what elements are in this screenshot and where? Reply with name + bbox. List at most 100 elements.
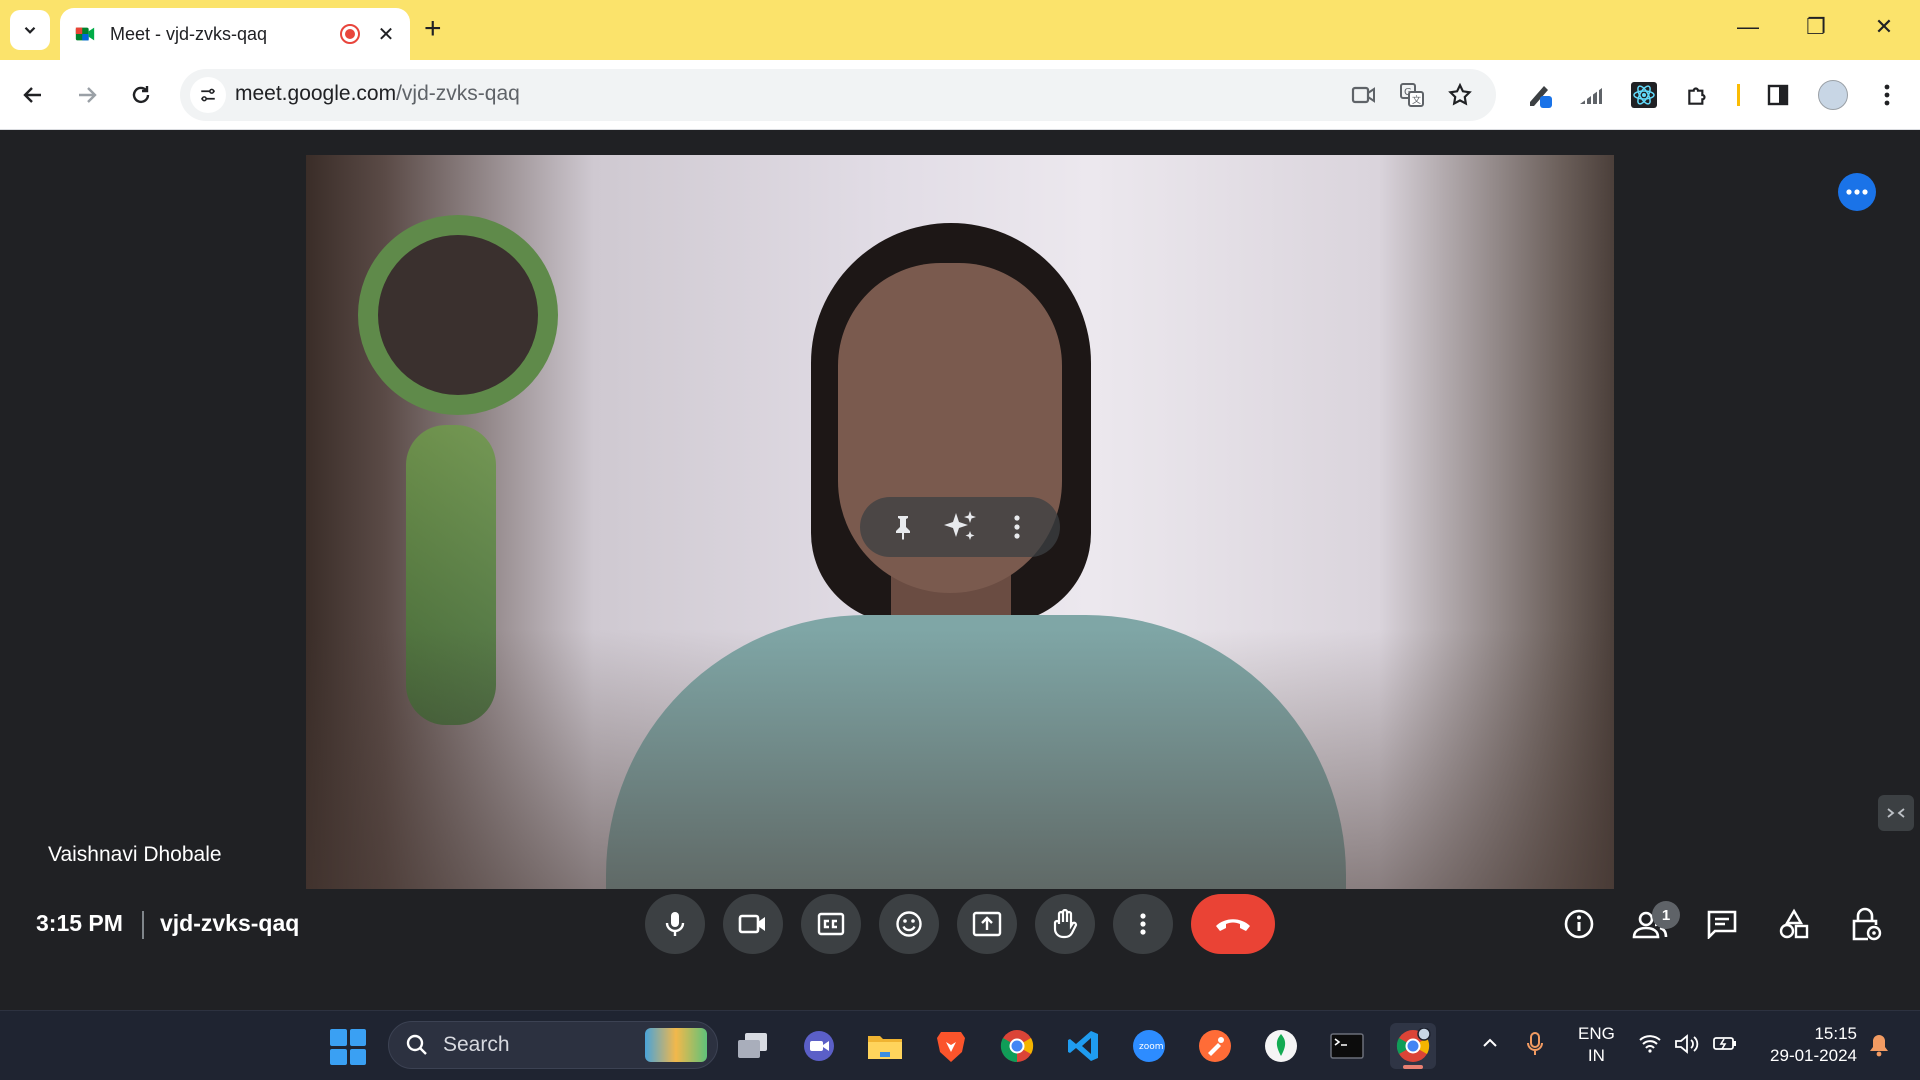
new-tab-button[interactable]: +	[424, 14, 442, 44]
input-language-indicator[interactable]: ENG IN	[1578, 1023, 1615, 1067]
chrome-profile-app[interactable]	[1390, 1023, 1436, 1069]
address-bar[interactable]: meet.google.com/vjd-zvks-qaq G文	[180, 69, 1496, 121]
info-icon	[1564, 909, 1594, 939]
url-domain: meet.google.com	[235, 82, 397, 105]
chrome-app[interactable]	[994, 1023, 1040, 1069]
collapse-icon	[1887, 808, 1905, 818]
extensions-puzzle-icon[interactable]	[1681, 78, 1715, 112]
svg-text:zoom: zoom	[1139, 1042, 1164, 1052]
mongodb-leaf-icon	[1265, 1030, 1297, 1062]
search-icon	[406, 1034, 427, 1055]
call-end-icon	[1216, 919, 1250, 931]
profile-avatar[interactable]	[1816, 78, 1850, 112]
mongodb-compass-app[interactable]	[1258, 1023, 1304, 1069]
task-view-app[interactable]	[730, 1023, 776, 1069]
language-region: IN	[1587, 1046, 1605, 1065]
reload-icon	[132, 86, 150, 104]
forward-button[interactable]	[70, 78, 104, 112]
more-options-button[interactable]	[1113, 894, 1173, 954]
host-controls-button[interactable]	[1843, 901, 1889, 947]
chat-button[interactable]	[1699, 901, 1745, 947]
side-collapse-tab[interactable]	[1878, 795, 1914, 831]
microphone-button[interactable]	[645, 894, 705, 954]
raise-hand-button[interactable]	[1035, 894, 1095, 954]
back-button[interactable]	[16, 78, 50, 112]
extension-signal-icon[interactable]	[1574, 78, 1608, 112]
tune-icon	[201, 88, 215, 102]
reactions-button[interactable]	[879, 894, 939, 954]
windows-logo-tile	[349, 1029, 366, 1046]
volume-icon[interactable]	[1674, 1033, 1700, 1060]
restore-button[interactable]: ❐	[1796, 14, 1836, 40]
brave-browser-app[interactable]	[928, 1023, 974, 1069]
clock-date: 29-01-2024	[1770, 1046, 1857, 1065]
chat-icon	[1707, 910, 1737, 939]
url-path: /vjd-zvks-qaq	[396, 82, 520, 105]
show-hidden-icons-button[interactable]	[1480, 1033, 1500, 1058]
taskbar-search-box[interactable]: Search	[388, 1021, 718, 1069]
minimize-button[interactable]: —	[1728, 14, 1768, 40]
chrome-icon	[1396, 1028, 1431, 1062]
tab-title: Meet - vjd-zvks-qaq	[110, 23, 268, 44]
present-screen-button[interactable]	[957, 894, 1017, 954]
bookmark-star-icon[interactable]	[1446, 81, 1474, 109]
present-to-all-icon	[972, 911, 1002, 937]
lock-person-icon	[1852, 907, 1882, 941]
folder-icon	[868, 1036, 902, 1059]
task-view-icon	[738, 1033, 767, 1058]
activities-button[interactable]	[1771, 901, 1817, 947]
taskbar-clock[interactable]: 15:15 29-01-2024	[1755, 1023, 1857, 1067]
windows-logo-tile	[349, 1048, 366, 1065]
participant-video-tile[interactable]	[306, 155, 1614, 889]
top-right-options-button[interactable]	[1838, 173, 1876, 211]
postman-app[interactable]	[1192, 1023, 1238, 1069]
language-code: ENG	[1578, 1024, 1615, 1043]
zoom-app[interactable]: zoom	[1126, 1023, 1172, 1069]
browser-menu-icon[interactable]	[1870, 78, 1904, 112]
windows-start-button[interactable]	[330, 1029, 366, 1065]
camera-button[interactable]	[723, 894, 783, 954]
camera-in-use-icon[interactable]	[1350, 81, 1378, 109]
participant-name: Vaishnavi Dhobale	[48, 843, 222, 866]
close-tab-icon[interactable]: ✕	[376, 22, 396, 47]
hand-icon	[1053, 909, 1078, 939]
tile-more-options-button[interactable]	[999, 509, 1035, 545]
vscode-app[interactable]	[1060, 1023, 1106, 1069]
side-panel-icon[interactable]	[1761, 78, 1795, 112]
chevron-down-icon	[24, 26, 36, 34]
meeting-time: 3:15 PM	[36, 910, 123, 936]
captions-button[interactable]	[801, 894, 861, 954]
meet-chat-app[interactable]	[796, 1023, 842, 1069]
battery-icon[interactable]	[1712, 1033, 1738, 1058]
meeting-code: vjd-zvks-qaq	[160, 910, 300, 936]
site-info-button[interactable]	[190, 77, 226, 113]
meeting-details-button[interactable]	[1556, 901, 1602, 947]
react-devtools-icon[interactable]	[1627, 78, 1661, 112]
leave-call-button[interactable]	[1191, 894, 1275, 954]
close-window-button[interactable]: ✕	[1864, 14, 1904, 40]
recording-indicator-icon	[340, 24, 360, 44]
arrow-left-icon	[23, 87, 41, 103]
reload-button[interactable]	[124, 78, 158, 112]
svg-text:文: 文	[1412, 94, 1421, 106]
postman-icon	[1199, 1030, 1231, 1062]
video-shadow	[306, 629, 1614, 889]
microphone-in-use-icon[interactable]	[1526, 1031, 1544, 1062]
windows-logo-icon	[330, 1029, 347, 1046]
arrow-right-icon	[79, 87, 97, 103]
tab-search-button[interactable]	[10, 10, 50, 50]
file-explorer-app[interactable]	[862, 1023, 908, 1069]
terminal-app[interactable]	[1324, 1023, 1370, 1069]
notifications-bell-icon[interactable]	[1868, 1033, 1890, 1062]
extension-pen-icon[interactable]	[1524, 78, 1558, 112]
terminal-icon	[1330, 1033, 1364, 1059]
browser-tab-meet[interactable]: Meet - vjd-zvks-qaq ✕	[60, 8, 410, 60]
visual-effects-button[interactable]	[942, 509, 978, 545]
meeting-info-divider	[142, 911, 144, 939]
more-horiz-icon	[1846, 189, 1868, 195]
translate-icon[interactable]: G文	[1398, 81, 1426, 109]
videocam-icon	[738, 914, 765, 934]
wifi-icon[interactable]	[1638, 1033, 1662, 1058]
sparkle-icon	[943, 511, 976, 540]
pin-button[interactable]	[885, 509, 921, 545]
